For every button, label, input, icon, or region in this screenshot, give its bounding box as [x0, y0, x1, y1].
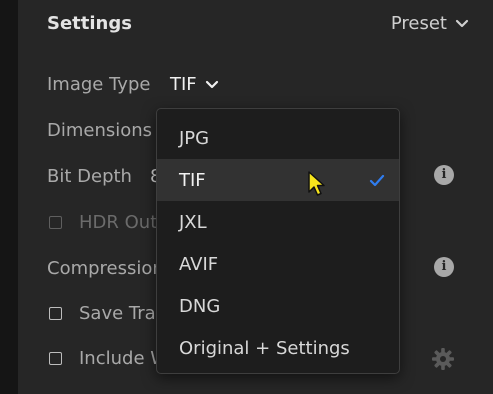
bit-depth-label: Bit Depth	[47, 166, 132, 187]
option-jxl[interactable]: JXL	[157, 201, 399, 243]
include-label: Include W	[79, 348, 169, 369]
checkmark-icon	[369, 172, 385, 193]
option-original-settings[interactable]: Original + Settings	[157, 327, 399, 369]
left-edge	[0, 0, 18, 394]
mouse-cursor-icon	[307, 170, 327, 202]
hdr-output-label: HDR Out	[79, 212, 158, 233]
chevron-down-icon	[455, 19, 469, 29]
include-checkbox[interactable]	[49, 352, 62, 365]
preset-label: Preset	[390, 13, 447, 34]
save-transparency-checkbox[interactable]	[49, 307, 62, 320]
option-avif[interactable]: AVIF	[157, 243, 399, 285]
image-type-label: Image Type	[47, 74, 151, 95]
hdr-output-checkbox[interactable]	[49, 216, 62, 229]
option-tif-label: TIF	[179, 169, 206, 191]
info-icon[interactable]: i	[434, 257, 454, 277]
section-title: Settings	[47, 13, 132, 34]
image-type-value: TIF	[170, 74, 197, 95]
option-dng[interactable]: DNG	[157, 285, 399, 327]
chevron-down-icon	[205, 80, 219, 90]
image-type-select[interactable]: TIF	[170, 74, 219, 95]
image-type-dropdown-menu: JPG TIF JXL AVIF DNG Original + Settings	[156, 108, 400, 374]
preset-dropdown[interactable]: Preset	[391, 13, 469, 34]
save-transparency-label: Save Tran	[79, 303, 168, 324]
gear-icon[interactable]	[431, 347, 455, 375]
info-icon[interactable]: i	[434, 165, 454, 185]
compression-label: Compression	[47, 258, 164, 279]
dimensions-label: Dimensions	[47, 120, 153, 141]
option-jpg[interactable]: JPG	[157, 117, 399, 159]
option-tif[interactable]: TIF	[157, 159, 399, 201]
